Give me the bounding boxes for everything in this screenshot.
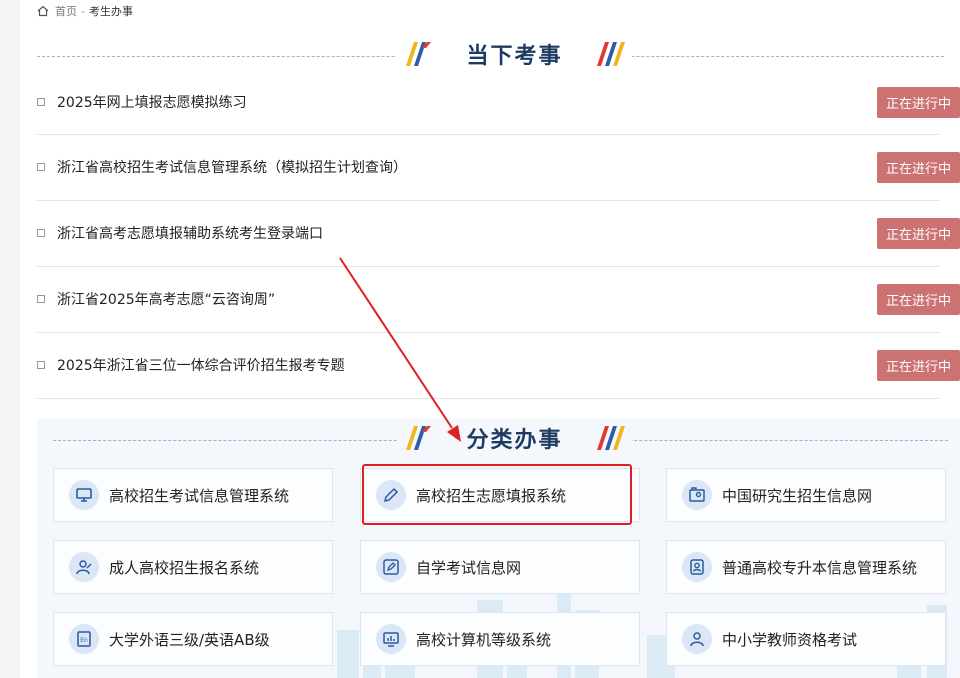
category-label: 自学考试信息网 (416, 558, 522, 577)
title-deco-right-icon (596, 42, 625, 66)
event-item[interactable]: 浙江省高校招生考试信息管理系统（模拟招生计划查询） 正在进行中 (37, 135, 960, 201)
section-title: 当下考事 (466, 43, 563, 69)
title-deco-left-icon (406, 42, 432, 66)
category-label: 大学外语三级/英语AB级 (109, 630, 270, 649)
category-label: 中小学教师资格考试 (722, 630, 858, 649)
svg-text:En: En (80, 637, 88, 644)
bullet-icon (37, 163, 45, 171)
category-label: 成人高校招生报名系统 (109, 558, 260, 577)
event-label[interactable]: 浙江省高考志愿填报辅助系统考生登录端口 (57, 223, 323, 243)
event-label[interactable]: 2025年浙江省三位一体综合评价招生报考专题 (57, 355, 345, 375)
bullet-icon (37, 295, 45, 303)
user-edit-icon (69, 552, 99, 582)
current-events-header: 当下考事 (37, 34, 944, 74)
status-badge[interactable]: 正在进行中 (877, 87, 960, 118)
edit-screen-icon (376, 552, 406, 582)
teacher-icon (682, 624, 712, 654)
en-book-icon: En (69, 624, 99, 654)
event-label[interactable]: 2025年网上填报志愿模拟练习 (57, 92, 247, 112)
bar-chart-icon (376, 624, 406, 654)
event-item[interactable]: 2025年网上填报志愿模拟练习 正在进行中 (37, 70, 960, 135)
event-label[interactable]: 浙江省高校招生考试信息管理系统（模拟招生计划查询） (57, 157, 407, 177)
category-label: 中国研究生招生信息网 (722, 486, 873, 505)
category-tile[interactable]: 自学考试信息网 (360, 540, 640, 594)
category-tile[interactable]: 高校招生考试信息管理系统 (53, 468, 333, 522)
event-item[interactable]: 2025年浙江省三位一体综合评价招生报考专题 正在进行中 (37, 333, 960, 399)
status-badge[interactable]: 正在进行中 (877, 284, 960, 315)
section-title: 分类办事 (466, 427, 563, 453)
title-deco-right-icon (596, 426, 625, 450)
user-badge-icon (682, 552, 712, 582)
category-label: 高校招生考试信息管理系统 (109, 486, 290, 505)
home-icon[interactable] (37, 5, 49, 17)
status-badge[interactable]: 正在进行中 (877, 350, 960, 381)
event-label[interactable]: 浙江省2025年高考志愿“云咨询周” (57, 289, 275, 309)
breadcrumb-current: 考生办事 (88, 5, 133, 18)
category-tile[interactable]: 普通高校专升本信息管理系统 (666, 540, 946, 594)
breadcrumb-home[interactable]: 首页 (55, 3, 77, 19)
category-tile[interactable]: 中国研究生招生信息网 (666, 468, 946, 522)
bullet-icon (37, 229, 45, 237)
category-tile[interactable]: 中小学教师资格考试 (666, 612, 946, 666)
graduate-id-icon (682, 480, 712, 510)
categories-header: 分类办事 (53, 418, 948, 458)
category-tile[interactable]: En 大学外语三级/英语AB级 (53, 612, 333, 666)
category-label: 普通高校专升本信息管理系统 (722, 558, 918, 577)
status-badge[interactable]: 正在进行中 (877, 218, 960, 249)
event-item[interactable]: 浙江省2025年高考志愿“云咨询周” 正在进行中 (37, 267, 960, 333)
bullet-icon (37, 361, 45, 369)
category-tile[interactable]: 成人高校招生报名系统 (53, 540, 333, 594)
event-item[interactable]: 浙江省高考志愿填报辅助系统考生登录端口 正在进行中 (37, 201, 960, 267)
annotation-highlight-box (362, 464, 632, 525)
bullet-icon (37, 98, 45, 106)
monitor-icon (69, 480, 99, 510)
current-events-list: 2025年网上填报志愿模拟练习 正在进行中 浙江省高校招生考试信息管理系统（模拟… (37, 70, 960, 399)
title-deco-left-icon (406, 426, 432, 450)
category-tile[interactable]: 高校计算机等级系统 (360, 612, 640, 666)
status-badge[interactable]: 正在进行中 (877, 152, 960, 183)
breadcrumb-separator: - (81, 4, 85, 18)
breadcrumb: 首页 - 考生办事 (37, 3, 133, 19)
category-label: 高校计算机等级系统 (416, 630, 552, 649)
